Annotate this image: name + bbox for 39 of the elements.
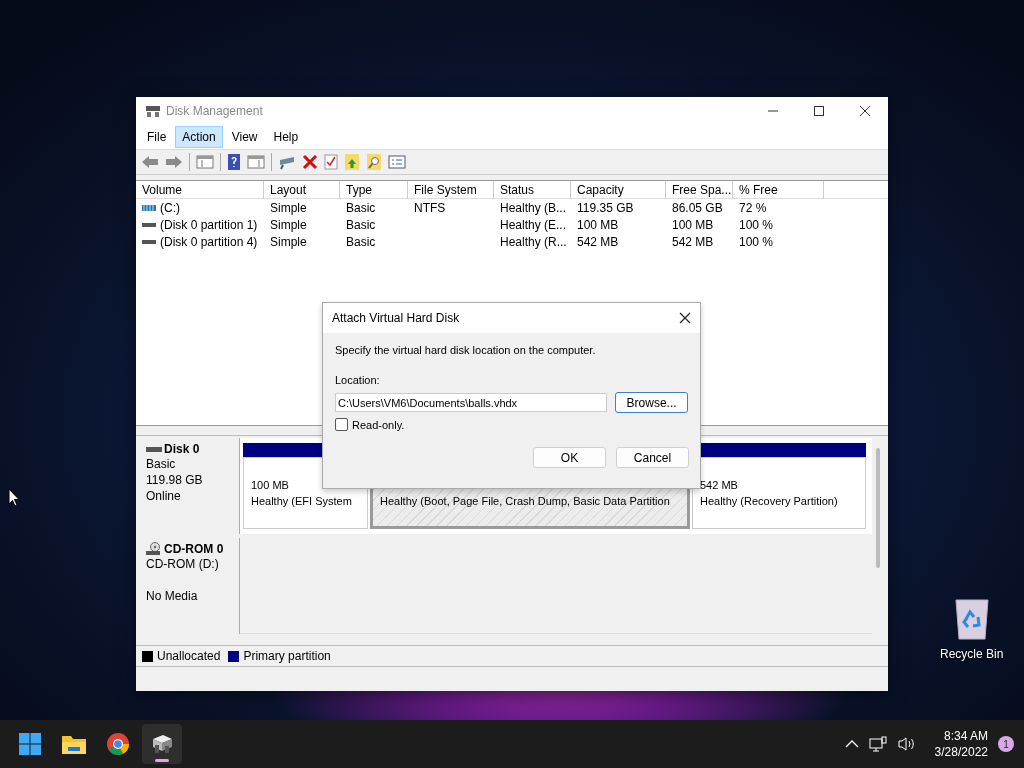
table-cell: 100 MB [672, 217, 714, 232]
table-cell: Basic [346, 217, 376, 232]
table-cell: Healthy (R... [500, 234, 567, 249]
table-cell: 119.35 GB [577, 200, 634, 215]
table-cell: 72 % [739, 200, 767, 215]
table-cell: Simple [270, 234, 307, 249]
table-cell: 86.05 GB [672, 200, 723, 215]
partition-size: 542 MB [700, 477, 739, 493]
disk-type: CD-ROM (D:) [146, 557, 220, 572]
instruction-text: Specify the virtual hard disk location on the computer. [335, 344, 597, 356]
clock-time: 8:34 AM [943, 728, 988, 744]
legend-label: Unallocated [157, 649, 221, 663]
table-cell: 100 % [739, 234, 774, 249]
table-cell: Simple [270, 217, 307, 232]
location-label: Location: [335, 374, 381, 386]
partition-status: Healthy (EFI System [251, 493, 353, 509]
disk-status: Online [146, 489, 182, 504]
disk-name: Disk 0 [164, 442, 200, 456]
disk-type: Basic [146, 457, 177, 472]
clock-date: 3/28/2022 [934, 744, 988, 760]
window-title: Disk Management [166, 104, 263, 118]
disk-status: No Media [146, 589, 199, 604]
table-cell: 100 % [739, 217, 774, 232]
table-cell: Basic [346, 234, 376, 249]
partition-status: Healthy (Recovery Partition) [700, 493, 839, 509]
disk-name: CD-ROM 0 [164, 542, 224, 556]
dialog-title: Attach Virtual Hard Disk [332, 311, 460, 325]
table-cell: 100 MB [577, 217, 619, 232]
table-cell: Simple [270, 200, 307, 215]
partition-size: 100 MB [251, 477, 290, 493]
legend-label: Primary partition [243, 649, 331, 663]
disk-size: 119.98 GB [146, 473, 204, 488]
table-cell: 542 MB [577, 234, 619, 249]
table-cell: Healthy (E... [500, 217, 567, 232]
table-cell: 542 MB [672, 234, 714, 249]
table-cell: Basic [346, 200, 376, 215]
table-cell: Healthy (B... [500, 200, 567, 215]
partition-status: Healthy (Boot, Page File, Crash Dump, Basic Data Partition [380, 493, 671, 509]
table-cell: NTFS [414, 200, 446, 215]
